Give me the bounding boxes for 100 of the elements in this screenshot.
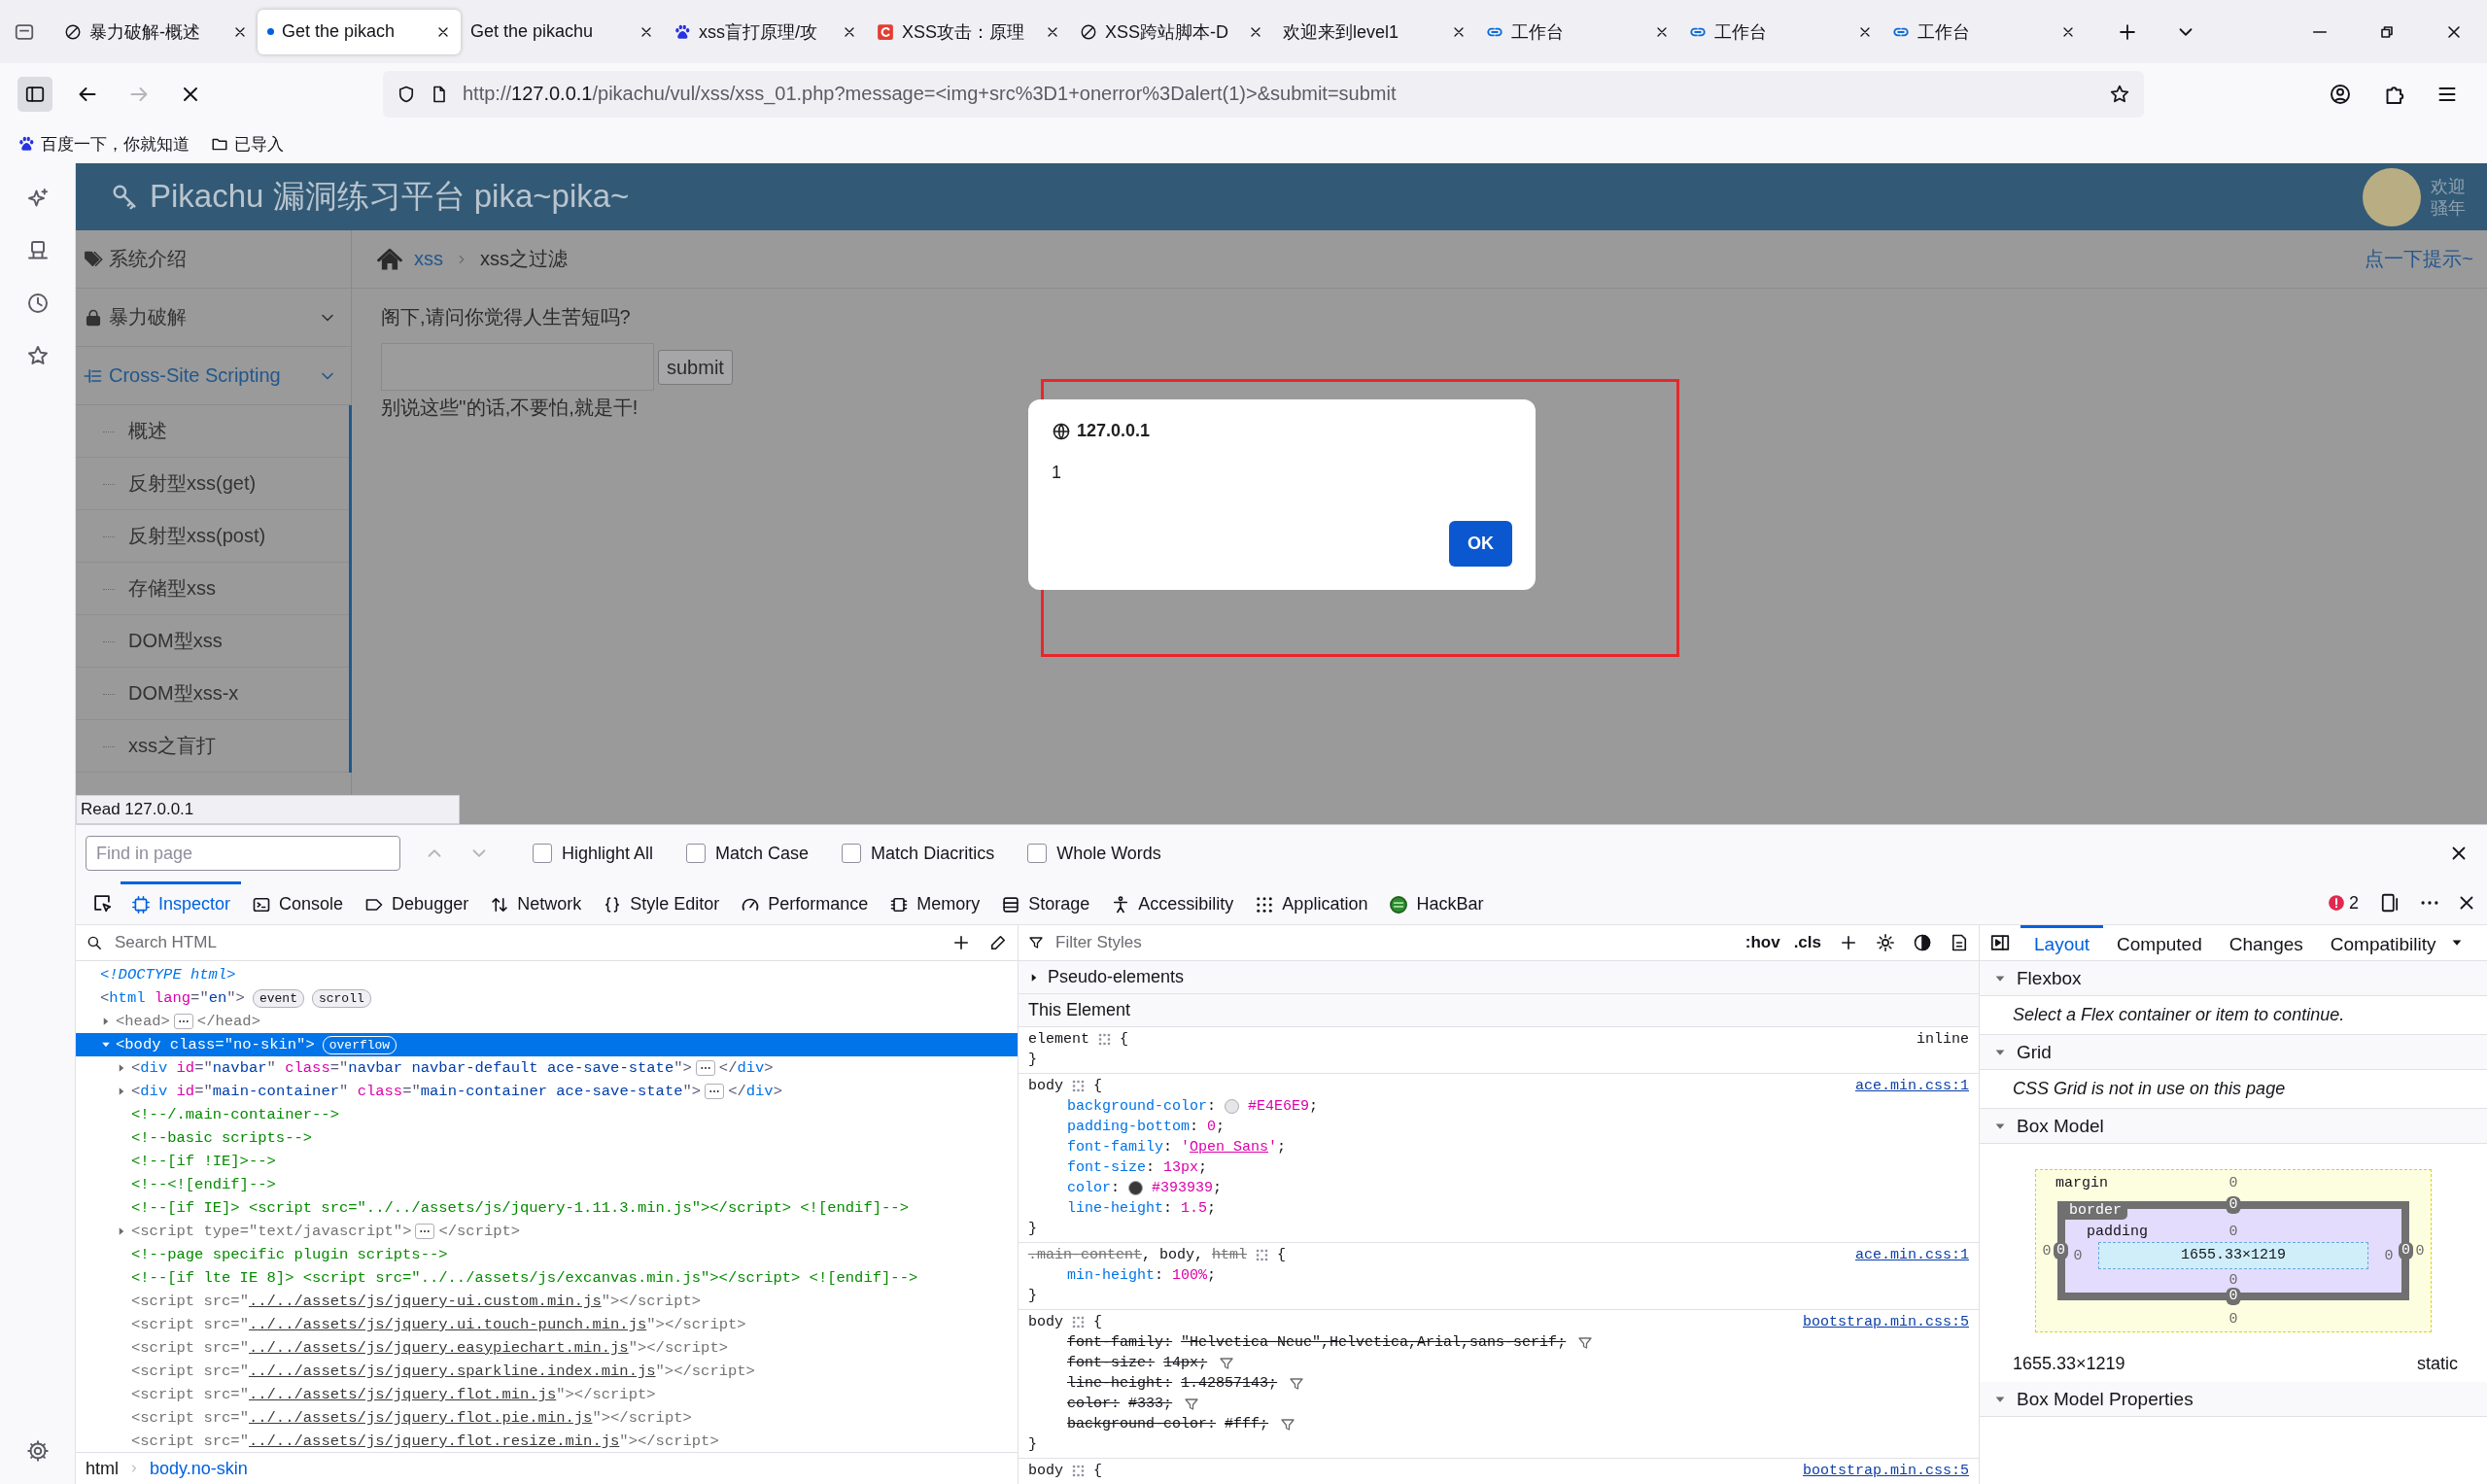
section-header[interactable]: Box Model Properties <box>1980 1382 2487 1417</box>
source-link[interactable]: ../../assets/js/jquery.easypiechart.min.js <box>248 1339 629 1357</box>
markup-line[interactable]: <!DOCTYPE html> <box>100 966 236 984</box>
browser-tab[interactable]: XSS攻击：原理 <box>867 9 1070 54</box>
box-model-value[interactable]: 0 <box>2073 1247 2083 1264</box>
filter-icon[interactable] <box>1219 1355 1235 1371</box>
box-model-value[interactable]: 0 <box>2226 1288 2241 1305</box>
browser-tab[interactable]: 工作台 <box>1883 9 2086 54</box>
node-badge[interactable]: scroll <box>311 988 371 1008</box>
css-property[interactable]: color: <box>1067 1394 1121 1414</box>
devtools-tab[interactable]: Application <box>1244 881 1379 924</box>
dotted-grid-icon[interactable] <box>1071 1079 1086 1093</box>
source-link[interactable]: ../../assets/js/jquery.flot.pie.min.js <box>248 1409 593 1427</box>
css-value[interactable]: 1.5; <box>1181 1198 1217 1219</box>
browser-tab[interactable]: Get the pikachu <box>461 9 664 54</box>
css-property[interactable]: font-family: <box>1067 1332 1173 1353</box>
bookmark[interactable]: 百度一下，你就知道 <box>17 132 190 155</box>
pseudo-class-toggle[interactable]: :hov <box>1744 933 1780 952</box>
checkbox[interactable] <box>686 844 707 863</box>
submenu-item[interactable]: DOM型xss <box>76 615 349 668</box>
source-link[interactable]: ../../assets/js/jquery-ui.custom.min.js <box>248 1293 602 1310</box>
dotted-grid-icon[interactable] <box>1255 1248 1270 1262</box>
markup-line[interactable]: <!--basic scripts--> <box>131 1129 313 1147</box>
css-value[interactable]: #393939; <box>1152 1178 1223 1198</box>
box-model-value[interactable]: 0 <box>2228 1223 2238 1240</box>
element-picker-icon[interactable] <box>91 892 113 914</box>
checkbox-label[interactable]: Match Case <box>715 843 810 864</box>
browser-tab[interactable]: 工作台 <box>1476 9 1679 54</box>
stylesheet-link[interactable]: bootstrap.min.css:5 <box>1802 1312 1969 1332</box>
css-selector[interactable]: element <box>1028 1029 1089 1050</box>
sidebar-tab[interactable]: Changes <box>2215 925 2317 960</box>
box-model-value[interactable]: 0 <box>2415 1242 2425 1260</box>
submenu-item[interactable]: 存储型xss <box>76 563 349 615</box>
ok-button[interactable]: OK <box>1449 521 1512 567</box>
node-badge[interactable]: overflow <box>322 1035 397 1054</box>
search-field[interactable]: Search HTML <box>113 932 942 953</box>
section-header[interactable]: Pseudo-elements <box>1019 961 1979 994</box>
collapsed-content-badge[interactable] <box>705 1084 725 1099</box>
devtools-tab[interactable]: Style Editor <box>592 881 731 924</box>
markup-line[interactable]: <!--[if lte IE 8]> <script src="../../assets/js/excanvas.min.js"></script> <![endif]--> <box>131 1269 918 1287</box>
css-property[interactable]: font-family: <box>1067 1137 1173 1157</box>
checkbox[interactable] <box>1027 844 1048 863</box>
css-value[interactable]: 0; <box>1207 1117 1226 1137</box>
account-icon[interactable] <box>2329 82 2352 106</box>
css-property[interactable]: line-height: <box>1067 1198 1173 1219</box>
submit-button[interactable]: submit <box>658 350 733 385</box>
section-header[interactable]: Box Model <box>1980 1109 2487 1144</box>
sun-icon[interactable] <box>1876 933 1895 952</box>
node-badge[interactable]: event <box>252 988 304 1008</box>
star-icon[interactable] <box>2109 83 2130 105</box>
css-property[interactable]: color: <box>1067 1178 1121 1198</box>
markup-line[interactable]: <!--[if IE]> <script src="../../assets/js/jquery-1.11.3.min.js"></script> <![endif]--> <box>131 1199 909 1217</box>
browser-tab[interactable]: 欢迎来到level1 <box>1273 9 1476 54</box>
devtools-tab[interactable]: Debugger <box>354 881 480 924</box>
box-model-value[interactable]: 0 <box>2228 1310 2238 1328</box>
eyedropper-icon[interactable] <box>988 933 1008 952</box>
css-property[interactable]: background-color: <box>1067 1414 1217 1434</box>
box-model-value[interactable]: 0 <box>2399 1242 2413 1260</box>
source-link[interactable]: ../../assets/js/jquery.ui.touch-punch.min.js <box>248 1316 647 1333</box>
browser-tab[interactable]: 工作台 <box>1679 9 1883 54</box>
submenu-item[interactable]: xss之盲打 <box>76 720 349 773</box>
panel-toggle-icon[interactable] <box>1989 932 2011 953</box>
stylesheet-link[interactable]: ace.min.css:1 <box>1854 1076 1969 1096</box>
dotted-grid-icon[interactable] <box>1071 1315 1086 1329</box>
submenu-item[interactable]: DOM型xss-x <box>76 668 349 720</box>
css-value[interactable]: 'Open Sans'; <box>1181 1137 1287 1157</box>
pseudo-class-toggle[interactable]: .cls <box>1793 933 1821 952</box>
plus-icon[interactable] <box>1839 933 1858 952</box>
box-model-value[interactable]: 0 <box>2228 1271 2238 1289</box>
menu-item[interactable]: 暴力破解 <box>76 289 351 347</box>
markup-line[interactable]: <!--[if !IE]>--> <box>131 1153 276 1170</box>
filter-icon[interactable] <box>1577 1334 1594 1351</box>
contrast-icon[interactable] <box>1913 933 1932 952</box>
browser-tab[interactable]: 暴力破解-概述 <box>54 9 258 54</box>
collapsed-content-badge[interactable] <box>695 1060 715 1076</box>
markup-line[interactable]: <script src="../../assets/js/jquery.easypiechart.min.js"></script> <box>131 1339 728 1357</box>
markup-line[interactable]: <script src="../../assets/js/jquery-ui.custom.min.js"></script> <box>131 1293 702 1310</box>
dotted-grid-icon[interactable] <box>1071 1464 1086 1478</box>
markup-line[interactable]: <script src="../../assets/js/jquery.flot.pie.min.js"></script> <box>131 1409 692 1427</box>
markup-line[interactable]: <body class="no-skin"> <box>116 1036 315 1053</box>
filter-icon[interactable] <box>1289 1375 1305 1392</box>
find-field[interactable]: Find in page <box>86 836 400 871</box>
box-model-value[interactable]: 0 <box>2042 1242 2052 1260</box>
markup-line[interactable]: <!--page specific plugin scripts--> <box>131 1246 448 1263</box>
source-link[interactable]: ../../assets/js/jquery.flot.min.js <box>248 1386 557 1403</box>
checkbox-label[interactable]: Whole Words <box>1056 843 1161 864</box>
markup-line[interactable]: <head> <box>116 1013 170 1030</box>
box-model-value[interactable]: 0 <box>2384 1247 2394 1264</box>
dotted-grid-icon[interactable] <box>1097 1032 1112 1047</box>
shield-icon[interactable] <box>397 84 416 104</box>
devtools-tab[interactable]: Storage <box>990 881 1101 924</box>
devtools-tab[interactable]: Inspector <box>121 881 242 924</box>
source-link[interactable]: ../../assets/js/jquery.flot.resize.min.js <box>248 1432 620 1450</box>
section-header[interactable]: Grid <box>1980 1035 2487 1070</box>
css-property[interactable]: min-height: <box>1067 1265 1164 1286</box>
browser-tab[interactable]: XSS跨站脚本-D <box>1070 9 1273 54</box>
submenu-item[interactable]: 反射型xss(post) <box>76 510 349 563</box>
box-model-value[interactable]: 0 <box>2054 1242 2068 1260</box>
devtools-tab[interactable]: Accessibility <box>1100 881 1245 924</box>
markup-line[interactable]: <div id="navbar" class="navbar navbar-default ace-save-state"> <box>131 1059 692 1077</box>
